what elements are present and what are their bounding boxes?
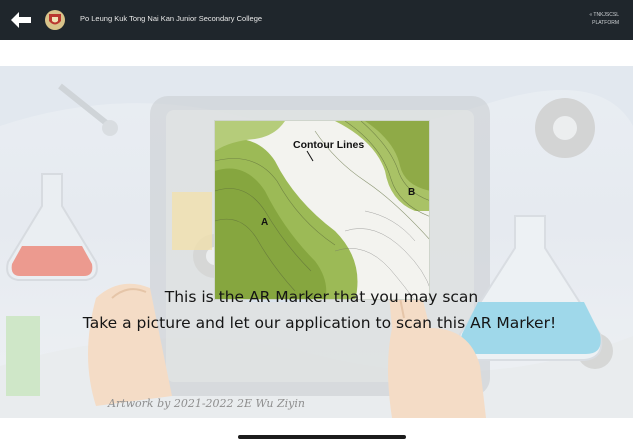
platform-brand: « TNKJSCSL PLATFORM: [559, 11, 619, 27]
artwork-panel: Contour Lines A B: [0, 66, 633, 418]
back-button[interactable]: [8, 8, 34, 32]
artwork-credit: Artwork by 2021-2022 2E Wu Ziyin: [108, 397, 305, 410]
caption-line-1: This is the AR Marker that you may scan: [164, 288, 479, 306]
marker-title: Contour Lines: [293, 139, 365, 151]
brand-line-1: « TNKJSCSL: [589, 12, 619, 18]
ar-marker-image: Contour Lines A B: [214, 120, 430, 300]
school-crest-icon: [45, 10, 65, 30]
school-name: Po Leung Kuk Tong Nai Kan Junior Seconda…: [80, 14, 263, 23]
home-indicator[interactable]: [238, 435, 406, 439]
marker-point-b: B: [408, 187, 416, 198]
back-arrow-icon: [11, 12, 31, 28]
top-bar: Po Leung Kuk Tong Nai Kan Junior Seconda…: [0, 0, 633, 40]
caption-line-2: Take a picture and let our application t…: [82, 314, 557, 332]
brand-line-2: PLATFORM: [592, 20, 619, 26]
marker-point-a: A: [261, 217, 269, 228]
